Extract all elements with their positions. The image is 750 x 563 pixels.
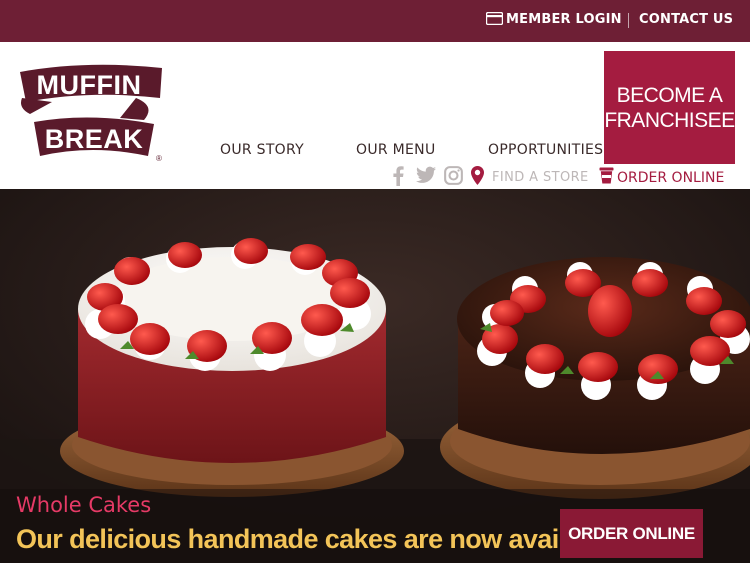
- site-header: MUFFIN BREAK ® OUR STORY OUR MENU OPPORT…: [0, 42, 750, 189]
- order-online-hero-button[interactable]: ORDER ONLINE: [560, 509, 703, 558]
- contact-us-link[interactable]: CONTACT US: [639, 12, 733, 27]
- member-card-icon: [485, 11, 504, 29]
- nav-our-story[interactable]: OUR STORY: [220, 142, 304, 158]
- hero-title: Our delicious handmade cakes are now ava…: [16, 524, 618, 554]
- facebook-icon[interactable]: [392, 166, 404, 188]
- franchise-line-2: FRANCHISEE: [604, 108, 735, 132]
- member-login-link[interactable]: MEMBER LOGIN: [485, 11, 622, 29]
- nav-opportunities[interactable]: OPPORTUNITIES: [488, 142, 603, 158]
- order-online-header-link[interactable]: ORDER ONLINE: [599, 167, 724, 188]
- member-login-label: MEMBER LOGIN: [506, 12, 622, 27]
- muffin-break-logo[interactable]: MUFFIN BREAK ®: [16, 58, 162, 163]
- topbar-divider: [628, 13, 629, 28]
- franchise-line-1: BECOME A: [616, 83, 723, 107]
- twitter-icon[interactable]: [416, 166, 436, 188]
- svg-text:BREAK: BREAK: [45, 124, 144, 154]
- instagram-icon[interactable]: [444, 166, 463, 188]
- order-online-header-label: ORDER ONLINE: [617, 170, 725, 186]
- nav-our-menu[interactable]: OUR MENU: [356, 142, 436, 158]
- find-a-store-link[interactable]: FIND A STORE: [492, 170, 589, 185]
- svg-text:MUFFIN: MUFFIN: [37, 70, 142, 100]
- hero-subtitle: Whole Cakes: [16, 493, 152, 517]
- top-utility-bar: MEMBER LOGIN CONTACT US: [0, 0, 750, 42]
- location-pin-icon: [471, 166, 484, 190]
- coffee-cup-icon: [599, 167, 614, 188]
- hero-banner: Whole Cakes Our delicious handmade cakes…: [0, 189, 750, 563]
- become-franchisee-button[interactable]: BECOME A FRANCHISEE: [604, 51, 735, 164]
- svg-text:®: ®: [156, 154, 162, 162]
